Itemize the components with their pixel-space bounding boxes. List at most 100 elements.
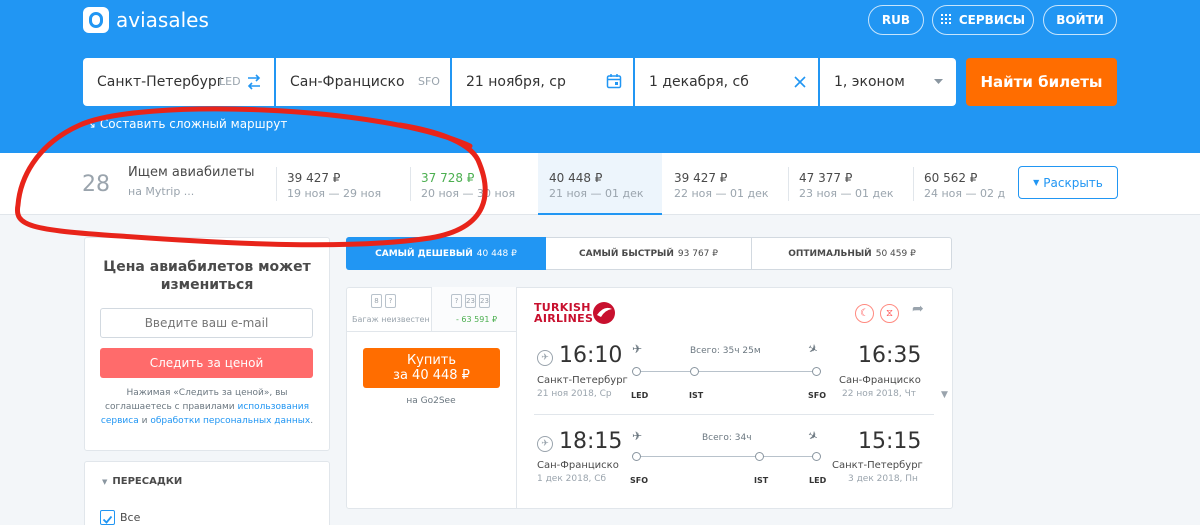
passengers-value: 1, эконом: [834, 74, 905, 90]
price-alert-title: Цена авиабилетов может измениться: [103, 259, 311, 293]
baggage-icon: 23: [479, 294, 490, 308]
return-date-field[interactable]: 1 декабря, сб: [635, 58, 818, 106]
all-stops-checkbox[interactable]: [100, 510, 115, 525]
inbound-departure-city: Сан-Франциско: [537, 460, 619, 471]
inbound-from-code: SFO: [630, 476, 649, 485]
all-stops-label: Все: [120, 511, 141, 524]
results-count: 28: [82, 172, 110, 197]
outbound-from-code: LED: [631, 391, 649, 400]
calendar-icon[interactable]: [606, 73, 622, 89]
email-input[interactable]: [100, 308, 313, 338]
stops-filter-header[interactable]: ▼ ПЕРЕСАДКИ: [102, 476, 182, 487]
chevron-down-icon: [934, 79, 943, 84]
swap-icon[interactable]: [246, 73, 262, 91]
price-cell-price: 37 728 ₽: [421, 171, 475, 185]
tab-fastest[interactable]: САМЫЙ БЫСТРЫЙ 93 767 ₽: [546, 237, 751, 270]
pin-flight-icon[interactable]: ✈: [537, 436, 553, 452]
price-cell-price: 47 377 ₽: [799, 171, 853, 185]
follow-price-button[interactable]: Следить за ценой: [100, 348, 313, 378]
pin-flight-icon[interactable]: ✈: [537, 350, 553, 366]
price-cell-price: 39 427 ₽: [287, 171, 341, 185]
inbound-departure-time: 18:15: [559, 429, 623, 454]
inbound-to-code: LED: [809, 476, 827, 485]
outbound-departure-city: Санкт-Петербург: [537, 375, 628, 386]
search-status-subtitle: на Mytrip ...: [128, 185, 195, 198]
price-cell-price: 60 562 ₽: [924, 171, 978, 185]
outbound-duration: Всего: 35ч 25м: [690, 346, 761, 356]
night-flight-icon: ☾: [855, 304, 874, 323]
return-date-value: 1 декабря, сб: [649, 74, 749, 90]
inbound-via-code: IST: [754, 476, 769, 485]
tab-optimal[interactable]: ОПТИМАЛЬНЫЙ 50 459 ₽: [752, 237, 952, 270]
passengers-field[interactable]: 1, эконом: [820, 58, 956, 106]
baggage-option-extra[interactable]: ? 23 23 - 63 591 ₽: [432, 287, 516, 332]
outbound-arrival-time: 16:35: [858, 343, 922, 368]
terms-text: Нажимая «Следить за ценой», вы соглашает…: [100, 388, 314, 426]
baggage-icon: 23: [465, 294, 476, 308]
inbound-arrival-time: 15:15: [858, 429, 922, 454]
price-cell-dates: 22 ноя — 01 дек: [674, 187, 769, 200]
outbound-arrival-date: 22 ноя 2018, Чт: [842, 389, 917, 399]
agency-name: на Go2See: [406, 396, 456, 406]
inbound-duration: Всего: 34ч: [702, 433, 752, 443]
expand-ticket-icon[interactable]: ▼: [941, 390, 948, 400]
baggage-option-unknown[interactable]: 8 ? Багаж неизвестен: [346, 287, 432, 332]
price-cell-dates: 20 ноя — 30 ноя: [421, 187, 516, 200]
airline-logo: TURKISH AIRLINES: [534, 301, 594, 325]
long-layover-icon: ⧖: [880, 304, 899, 323]
login-button[interactable]: ВОЙТИ: [1043, 5, 1117, 35]
price-cell[interactable]: 39 427 ₽ 19 ноя — 29 ноя: [276, 153, 400, 215]
depart-date-field[interactable]: 21 ноября, ср: [452, 58, 633, 106]
baggage-icon: 8: [371, 294, 382, 308]
caret-down-icon: ▼: [102, 477, 108, 486]
buy-button[interactable]: Купить за 40 448 ₽: [363, 348, 500, 388]
check-icon: [102, 515, 113, 524]
price-cell-price: 40 448 ₽: [549, 171, 603, 185]
outbound-departure-time: 16:10: [559, 343, 623, 368]
baggage-icon: ?: [385, 294, 396, 308]
outbound-to-code: SFO: [808, 391, 827, 400]
depart-date-value: 21 ноября, ср: [466, 74, 566, 90]
caret-down-icon: ▼: [1033, 178, 1040, 187]
expand-button[interactable]: ▼ Раскрыть: [1018, 166, 1118, 199]
turkish-airlines-emblem-icon: [593, 302, 615, 324]
price-cell-selected[interactable]: 40 448 ₽ 21 ноя — 01 дек: [538, 153, 662, 215]
outbound-departure-date: 21 ноя 2018, Ср: [537, 389, 612, 399]
privacy-link[interactable]: обработки персональных данных: [150, 416, 310, 426]
clear-icon[interactable]: [794, 76, 806, 88]
find-tickets-button[interactable]: Найти билеты: [966, 58, 1117, 106]
brand-name[interactable]: aviasales: [116, 7, 209, 33]
price-cell-dates: 23 ноя — 01 дек: [799, 187, 894, 200]
arrow-icon: ↘: [86, 117, 100, 131]
price-cell-price: 39 427 ₽: [674, 171, 728, 185]
destination-code: SFO: [418, 75, 440, 88]
outbound-via-code: IST: [689, 391, 704, 400]
currency-button[interactable]: RUB: [868, 5, 924, 35]
complex-route-link[interactable]: ↘ Составить сложный маршрут: [86, 117, 287, 131]
price-cell[interactable]: 39 427 ₽ 22 ноя — 01 дек: [663, 153, 787, 215]
inbound-arrival-date: 3 дек 2018, Пн: [848, 474, 918, 484]
tab-cheapest[interactable]: САМЫЙ ДЕШЕВЫЙ 40 448 ₽: [346, 237, 546, 270]
takeoff-icon: ✈: [632, 342, 643, 356]
share-icon[interactable]: ➦: [912, 301, 924, 317]
aviasales-logo-icon[interactable]: [83, 7, 109, 33]
price-cell-dates: 21 ноя — 01 дек: [549, 187, 644, 200]
price-cell[interactable]: 37 728 ₽ 20 ноя — 30 ноя: [410, 153, 534, 215]
origin-code: LED: [219, 75, 241, 88]
origin-field[interactable]: Санкт-Петербург LED: [83, 58, 274, 106]
services-button[interactable]: СЕРВИСЫ: [932, 5, 1034, 35]
baggage-icon: ?: [451, 294, 462, 308]
inbound-departure-date: 1 дек 2018, Сб: [537, 474, 607, 484]
origin-value: Санкт-Петербург: [97, 74, 225, 90]
destination-field[interactable]: Сан-Франциско SFO: [276, 58, 450, 106]
inbound-arrival-city: Санкт-Петербург: [832, 460, 923, 471]
destination-value: Сан-Франциско: [290, 74, 405, 90]
takeoff-icon: ✈: [632, 429, 643, 443]
price-cell-dates: 24 ноя — 02 д: [924, 187, 1005, 200]
search-status-title: Ищем авиабилеты: [128, 165, 255, 180]
price-cell[interactable]: 47 377 ₽ 23 ноя — 01 дек: [788, 153, 912, 215]
outbound-arrival-city: Сан-Франциско: [839, 375, 921, 386]
grid-icon: [940, 14, 953, 26]
price-cell[interactable]: 60 562 ₽ 24 ноя — 02 д: [913, 153, 1005, 215]
price-cell-dates: 19 ноя — 29 ноя: [287, 187, 382, 200]
